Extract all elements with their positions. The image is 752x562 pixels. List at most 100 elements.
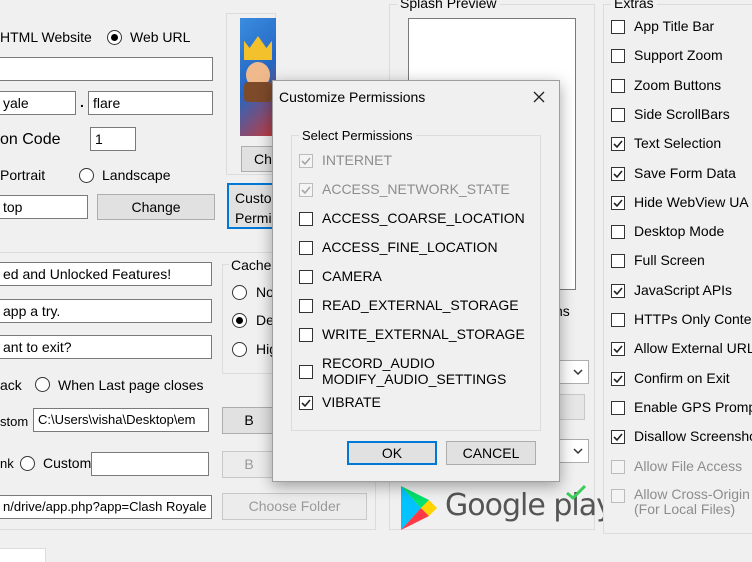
permissions-legend: Select Permissions bbox=[299, 128, 416, 143]
last-page-radio[interactable] bbox=[35, 377, 50, 392]
checkbox bbox=[611, 489, 625, 503]
app-name-part1[interactable]: yale bbox=[0, 91, 76, 115]
extras-item-label[interactable]: Zoom Buttons bbox=[634, 77, 721, 93]
app-name-part2[interactable]: flare bbox=[88, 91, 213, 115]
extras-item-label[interactable]: Save Form Data bbox=[634, 165, 736, 181]
change-path-button[interactable]: Change bbox=[97, 194, 215, 220]
permission-label-line1: RECORD_AUDIO bbox=[322, 355, 435, 371]
checkbox[interactable] bbox=[299, 212, 313, 226]
html-website-label[interactable]: HTML Website bbox=[0, 29, 92, 45]
extras-item-label[interactable]: Side ScrollBars bbox=[634, 106, 730, 122]
extras-item-label[interactable]: HTTPs Only Content bbox=[634, 311, 752, 327]
checkbox[interactable] bbox=[611, 254, 625, 268]
checkbox[interactable] bbox=[611, 49, 625, 63]
permission-label[interactable]: WRITE_EXTERNAL_STORAGE bbox=[322, 326, 525, 342]
checkbox[interactable] bbox=[611, 313, 625, 327]
cache-no-radio[interactable] bbox=[232, 285, 247, 300]
cache-default-radio[interactable] bbox=[232, 313, 247, 328]
version-code-input[interactable]: 1 bbox=[90, 127, 136, 151]
output-url-input[interactable]: n/drive/app.php?app=Clash Royale bbox=[0, 495, 212, 519]
close-icon[interactable] bbox=[531, 89, 547, 105]
url-input[interactable] bbox=[0, 57, 213, 81]
extras-item-label: Allow Cross-Origin (For Local Files) bbox=[634, 487, 750, 517]
extras-item-label[interactable]: Confirm on Exit bbox=[634, 370, 730, 386]
web-url-radio[interactable] bbox=[107, 30, 122, 45]
custom-path-input[interactable]: C:\Users\visha\Desktop\em bbox=[33, 408, 209, 432]
extras-item-label[interactable]: JavaScript APIs bbox=[634, 282, 732, 298]
extras-item-label[interactable]: Hide WebView UA bbox=[634, 194, 749, 210]
checkbox[interactable] bbox=[299, 365, 313, 379]
extras-item-label[interactable]: Disallow Screenshot bbox=[634, 428, 752, 444]
link-custom-input[interactable] bbox=[91, 452, 209, 476]
permission-label: ACCESS_NETWORK_STATE bbox=[322, 181, 510, 197]
cancel-button[interactable]: CANCEL bbox=[446, 441, 536, 465]
permission-label[interactable]: CAMERA bbox=[322, 268, 382, 284]
checkbox[interactable] bbox=[611, 196, 625, 210]
checkbox[interactable] bbox=[299, 270, 313, 284]
checkbox[interactable] bbox=[611, 401, 625, 415]
checkbox[interactable] bbox=[299, 396, 313, 410]
checkbox[interactable] bbox=[299, 241, 313, 255]
checkbox[interactable] bbox=[299, 299, 313, 313]
google-play-logo-icon bbox=[401, 486, 437, 530]
browse-button-2[interactable]: B bbox=[222, 451, 276, 478]
checkbox[interactable] bbox=[611, 79, 625, 93]
checkmark-icon bbox=[613, 375, 623, 384]
message-field-2[interactable]: app a try. bbox=[0, 299, 212, 323]
path-input[interactable]: top bbox=[0, 195, 88, 219]
permission-label[interactable]: RECORD_AUDIO MODIFY_AUDIO_SETTINGS bbox=[322, 355, 506, 387]
checkbox[interactable] bbox=[611, 225, 625, 239]
extras-item-label-line2: (For Local Files) bbox=[634, 501, 736, 517]
choose-folder-button[interactable]: Choose Folder bbox=[222, 493, 367, 520]
checkbox[interactable] bbox=[611, 167, 625, 181]
splash-legend: Splash Preview bbox=[397, 0, 500, 11]
checkbox[interactable] bbox=[611, 108, 625, 122]
checkmark-icon bbox=[301, 157, 311, 166]
app-icon-image bbox=[240, 18, 276, 136]
message-field-3[interactable]: ant to exit? bbox=[0, 335, 212, 359]
permission-label[interactable]: VIBRATE bbox=[322, 394, 381, 410]
checkmark-icon bbox=[613, 199, 623, 208]
last-page-label[interactable]: When Last page closes bbox=[58, 377, 204, 393]
ok-button[interactable]: OK bbox=[347, 441, 437, 465]
extras-item-label[interactable]: App Title Bar bbox=[634, 18, 714, 34]
cache-high-radio[interactable] bbox=[232, 342, 247, 357]
checkbox[interactable] bbox=[611, 342, 625, 356]
landscape-radio[interactable] bbox=[79, 168, 94, 183]
extras-item-label[interactable]: Support Zoom bbox=[634, 47, 723, 63]
extras-item-label[interactable]: Desktop Mode bbox=[634, 223, 724, 239]
checkbox[interactable] bbox=[611, 372, 625, 386]
extras-item-label[interactable]: Enable GPS Prompt bbox=[634, 399, 752, 415]
web-url-label[interactable]: Web URL bbox=[130, 29, 190, 45]
cache-legend: Cache bbox=[229, 257, 274, 273]
checkbox[interactable] bbox=[299, 328, 313, 342]
browse-button-1[interactable]: B bbox=[222, 407, 276, 434]
permission-label-line2: MODIFY_AUDIO_SETTINGS bbox=[322, 371, 507, 387]
permission-label[interactable]: ACCESS_COARSE_LOCATION bbox=[322, 210, 525, 226]
checkmark-icon bbox=[613, 345, 623, 354]
checkbox[interactable] bbox=[611, 20, 625, 34]
permission-label[interactable]: READ_EXTERNAL_STORAGE bbox=[322, 297, 519, 313]
message-field-1[interactable]: ed and Unlocked Features! bbox=[0, 262, 212, 286]
landscape-label[interactable]: Landscape bbox=[102, 167, 171, 183]
extras-item-label[interactable]: Allow External URLs bbox=[634, 340, 752, 356]
portrait-label[interactable]: Portrait bbox=[0, 167, 45, 183]
back-label: ack bbox=[0, 377, 22, 393]
checkbox[interactable] bbox=[611, 137, 625, 151]
permission-label[interactable]: ACCESS_FINE_LOCATION bbox=[322, 239, 498, 255]
customize-button-line1: Custo bbox=[235, 190, 272, 206]
google-play-badge[interactable]: Google play bbox=[397, 482, 614, 532]
checkmark-icon bbox=[566, 484, 587, 500]
link-custom-label[interactable]: Custom bbox=[43, 455, 91, 471]
checkmark-icon bbox=[613, 170, 623, 179]
checkbox[interactable] bbox=[611, 284, 625, 298]
name-separator: . bbox=[80, 94, 84, 110]
checkmark-icon bbox=[613, 140, 623, 149]
extras-item-label[interactable]: Full Screen bbox=[634, 252, 705, 268]
extras-item-label[interactable]: Text Selection bbox=[634, 135, 721, 151]
link-custom-radio[interactable] bbox=[20, 456, 35, 471]
custom-label: stom bbox=[0, 414, 29, 429]
checkbox bbox=[299, 154, 313, 168]
checkbox[interactable] bbox=[611, 430, 625, 444]
customize-permissions-button[interactable]: Custo Permi bbox=[227, 183, 277, 229]
